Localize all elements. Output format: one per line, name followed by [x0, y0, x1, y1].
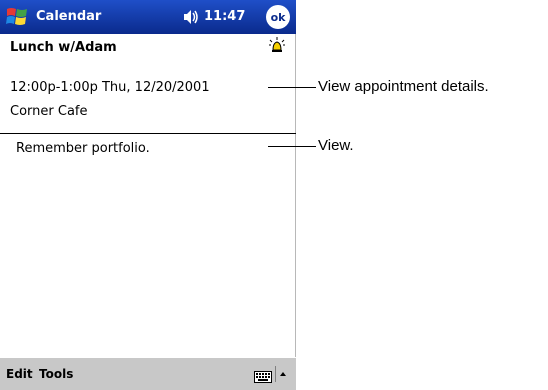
- callout-line-details: [268, 87, 316, 88]
- up-arrow-icon: [280, 372, 286, 376]
- title-bar: Calendar 11:47 ok: [0, 0, 296, 34]
- pocket-pc-screen: Calendar 11:47 ok Lunch w/Adam 12:00p-1:…: [0, 0, 296, 390]
- app-title: Calendar: [36, 9, 102, 24]
- callout-view: View.: [318, 137, 354, 154]
- callout-appointment-details: View appointment details.: [318, 78, 489, 95]
- clock[interactable]: 11:47: [204, 9, 245, 24]
- keyboard-icon[interactable]: [254, 368, 272, 383]
- windows-flag-icon: [6, 8, 27, 25]
- menu-edit[interactable]: Edit: [6, 367, 33, 381]
- menu-bar: Edit Tools: [0, 357, 296, 390]
- input-panel-arrow-button[interactable]: [275, 366, 290, 382]
- ok-button[interactable]: ok: [266, 5, 290, 29]
- appointment-time[interactable]: 12:00p-1:00p Thu, 12/20/2001: [10, 80, 210, 95]
- appointment-subject: Lunch w/Adam: [10, 40, 117, 55]
- start-menu-button[interactable]: [4, 4, 32, 30]
- speaker-icon[interactable]: [182, 9, 200, 25]
- divider: [0, 133, 296, 134]
- callout-line-view: [268, 146, 316, 147]
- appointment-notes[interactable]: Remember portfolio.: [16, 141, 150, 156]
- bell-icon: [268, 36, 286, 56]
- appointment-location[interactable]: Corner Cafe: [10, 104, 87, 119]
- menu-tools[interactable]: Tools: [39, 367, 73, 381]
